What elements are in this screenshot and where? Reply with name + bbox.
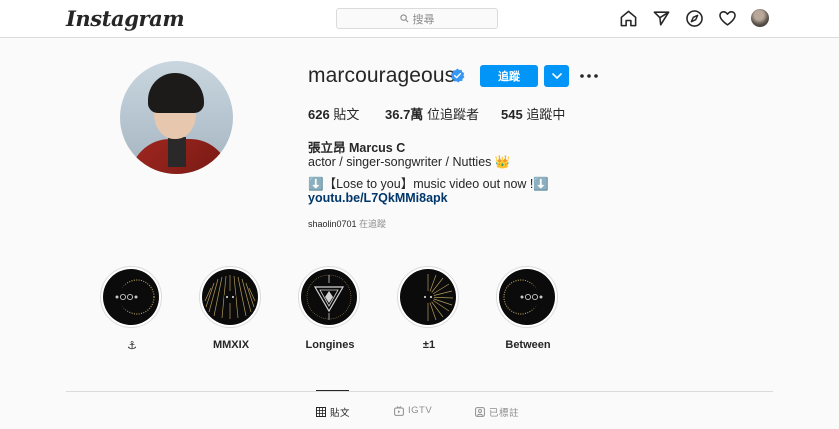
tab-posts[interactable]: 貼文 [316,405,350,419]
followers-count: 36.7萬 [385,107,424,122]
more-options-button[interactable] [578,67,600,85]
igtv-icon [394,405,404,416]
followed-by-suffix: 在追蹤 [356,219,387,229]
posts-label: 貼文 [333,107,360,122]
explore-icon[interactable] [683,7,705,29]
grid-icon [316,407,326,417]
story-highlight[interactable]: ±1 [397,266,461,351]
sunburst-cover-icon [204,275,256,319]
highlight-label: ⚓ [127,340,137,352]
heart-icon[interactable] [716,7,738,29]
half-sunburst-cover-icon [422,274,454,321]
search-icon [399,14,408,23]
tab-tagged[interactable]: 已標註 [475,405,519,419]
search-placeholder: 搜尋 [412,13,435,26]
highlight-ring [199,266,261,328]
highlight-cover [499,269,555,325]
story-highlight[interactable]: ⚓ [100,266,164,352]
highlight-ring [397,266,459,328]
highlight-cover [202,269,258,325]
bio-line-1: actor / singer-songwriter / Nutties 👑 [308,155,511,169]
user-avatar[interactable] [751,9,769,27]
highlight-cover [103,269,159,325]
following-stat[interactable]: 545 追蹤中 [501,104,565,123]
profile-picture[interactable] [120,61,233,174]
send-icon[interactable] [650,7,672,29]
highlight-ring [100,266,162,328]
tab-igtv[interactable]: IGTV [394,405,432,416]
top-navigation: Instagram 搜尋 [0,0,839,38]
tab-tagged-label: 已標註 [489,408,520,419]
story-highlight[interactable]: MMXIX [199,266,263,351]
story-highlight[interactable]: Longines [298,266,362,351]
tagged-user-icon [475,407,485,417]
home-icon[interactable] [617,7,639,29]
bio-link[interactable]: youtu.be/L7QkMMi8apk [308,191,448,205]
highlight-label: ±1 [422,339,436,351]
followers-label: 位追蹤者 [426,107,479,122]
profile-picture-shirt [168,137,186,167]
bio-line-2: ⬇️【Lose to you】music video out now !⬇️ [308,177,549,191]
triangle-cover-icon [306,274,352,320]
story-highlight[interactable]: Between [496,266,560,351]
following-count: 545 [501,107,523,122]
highlight-label: Longines [305,339,355,351]
highlight-ring [496,266,558,328]
chevron-down-icon [551,73,562,79]
active-tab-indicator [316,390,349,391]
posts-count: 626 [308,107,330,122]
followed-by[interactable]: shaolin0701 在追蹤 [308,217,386,230]
followed-by-username: shaolin0701 [308,219,357,229]
followers-stat[interactable]: 36.7萬 位追蹤者 [385,104,479,123]
posts-stat: 626 貼文 [308,104,359,123]
follow-button[interactable]: 追蹤 [480,65,538,87]
verified-badge-icon [450,68,465,83]
eclipse-cover-icon [115,279,155,315]
instagram-logo[interactable]: Instagram [66,6,185,31]
highlight-cover [301,269,357,325]
tab-igtv-label: IGTV [408,405,433,416]
suggestions-dropdown-button[interactable] [544,65,569,87]
more-dots-icon [580,74,598,78]
highlight-cover [400,269,456,325]
profile-username: marcourageous [308,64,456,87]
profile-picture-hair [148,73,204,113]
highlight-label: Between [505,339,551,351]
highlight-ring [298,266,360,328]
eclipse-cover-icon [503,279,543,315]
search-input[interactable]: 搜尋 [336,8,498,29]
highlight-label: MMXIX [212,339,250,351]
tab-posts-label: 貼文 [330,408,351,419]
profile-full-name: 張立昂 Marcus C [308,141,406,155]
following-label: 追蹤中 [526,107,566,122]
tabs-divider [66,391,773,392]
